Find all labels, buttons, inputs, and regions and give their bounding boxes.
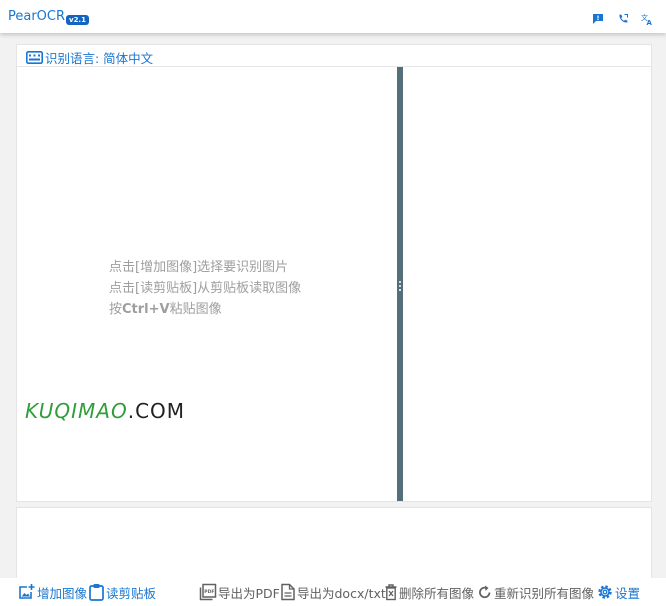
drag-handle-icon[interactable]	[398, 277, 402, 291]
hint-read-clipboard: 点击[读剪贴板]从剪贴板读取图像	[109, 281, 302, 296]
delete-all-button[interactable]: 删除所有图像	[384, 581, 474, 603]
svg-text:PDF: PDF	[204, 589, 214, 595]
watermark-brand: KUQIMAO	[25, 399, 128, 423]
feedback-icon[interactable]	[592, 10, 604, 24]
add-image-label: 增加图像	[37, 585, 88, 601]
app-title: PearOCR	[8, 9, 66, 24]
add-image-icon	[19, 584, 35, 599]
settings-button[interactable]: 设置	[596, 581, 640, 603]
read-clipboard-label: 读剪贴板	[106, 585, 157, 601]
hint-paste-suffix: 粘贴图像	[169, 302, 222, 317]
ocr-result-pane[interactable]	[403, 67, 651, 501]
image-drop-area[interactable]: 点击[增加图像]选择要识别图片 点击[读剪贴板]从剪贴板读取图像 按Ctrl+V…	[17, 67, 397, 501]
gear-icon	[598, 585, 612, 599]
image-thumbnail-strip[interactable]	[16, 507, 652, 579]
export-docx-button[interactable]: 导出为docx/txt	[280, 581, 386, 603]
translate-icon[interactable]: 文 A	[641, 10, 653, 27]
hint-add-image: 点击[增加图像]选择要识别图片	[109, 260, 289, 275]
recognition-language-selector[interactable]: 识别语言: 简体中文	[45, 48, 153, 67]
hint-paste-shortcut: 按Ctrl+V粘贴图像	[109, 298, 222, 317]
refresh-icon	[479, 585, 491, 599]
clipboard-icon	[89, 584, 104, 601]
keyboard-icon	[26, 49, 43, 64]
watermark-domain: .COM	[127, 399, 186, 423]
rerecognize-all-label: 重新识别所有图像	[494, 585, 595, 601]
title-bar: PearOCR v2.1 文 A	[0, 0, 666, 33]
pdf-icon: PDF	[199, 583, 217, 601]
ocr-main-panel: 识别语言: 简体中文 点击[增加图像]选择要识别图片 点击[读剪贴板]从剪贴板读…	[16, 44, 652, 502]
language-bar: 识别语言: 简体中文	[17, 45, 651, 67]
trash-icon	[385, 584, 397, 601]
hint-paste-key: Ctrl+V	[122, 302, 170, 317]
svg-text:A: A	[647, 19, 653, 25]
watermark-logo: KUQIMAO.COM	[25, 399, 185, 423]
read-clipboard-button[interactable]: 读剪贴板	[88, 581, 156, 603]
delete-all-label: 删除所有图像	[399, 585, 475, 601]
hint-paste-prefix: 按	[109, 302, 123, 317]
settings-label: 设置	[615, 585, 641, 601]
bottom-toolbar: 增加图像 读剪贴板 PDF 导出为PDF 导出为docx/txt 删除所有图像	[0, 578, 666, 606]
document-icon	[281, 583, 295, 601]
version-badge: v2.1	[66, 15, 89, 25]
export-pdf-label: 导出为PDF	[218, 585, 280, 601]
export-docx-label: 导出为docx/txt	[297, 585, 386, 601]
phone-icon[interactable]	[617, 10, 629, 23]
rerecognize-all-button[interactable]: 重新识别所有图像	[477, 581, 594, 603]
add-image-button[interactable]: 增加图像	[18, 581, 87, 603]
export-pdf-button[interactable]: PDF 导出为PDF	[199, 581, 280, 603]
